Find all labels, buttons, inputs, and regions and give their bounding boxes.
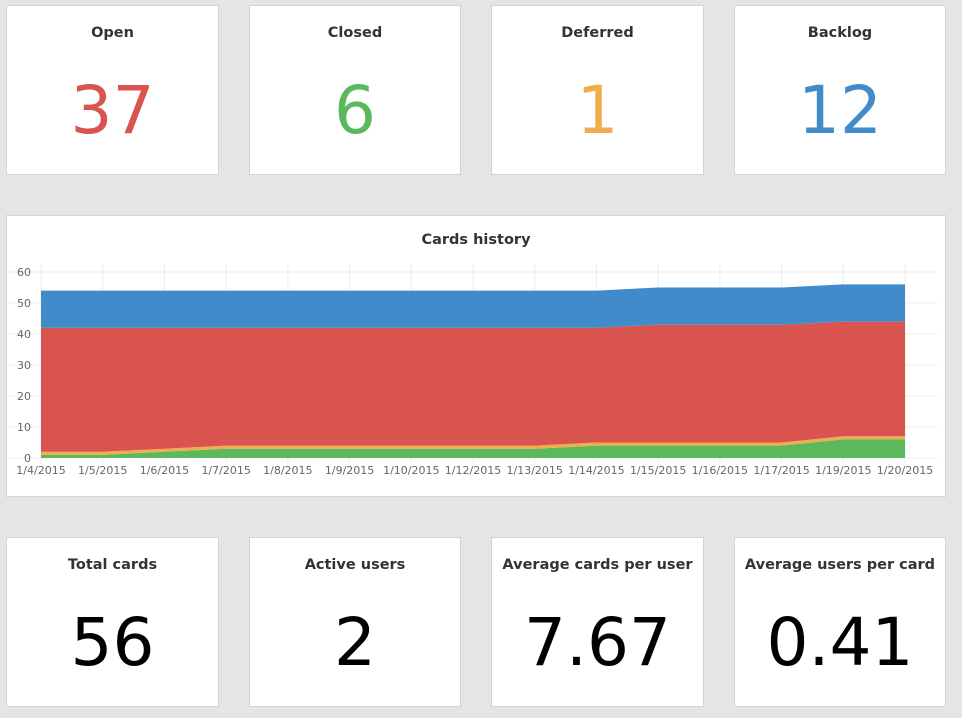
x-tick-label: 1/17/2015 [753,464,809,477]
stat-value-avg-users-per-card: 0.41 [766,604,914,681]
x-tick-label: 1/10/2015 [383,464,439,477]
x-tick-label: 1/5/2015 [78,464,127,477]
stat-value-deferred: 1 [576,72,619,149]
stat-card-avg-users-per-card: Average users per card 0.41 [734,537,946,707]
stat-label-avg-users-per-card: Average users per card [744,557,936,573]
x-tick-label: 1/16/2015 [692,464,748,477]
x-tick-label: 1/8/2015 [263,464,312,477]
stat-label-deferred: Deferred [561,25,634,41]
stat-value-total-cards: 56 [70,604,155,681]
stat-label-total-cards: Total cards [67,557,158,573]
x-tick-label: 1/7/2015 [201,464,250,477]
x-tick-label: 1/6/2015 [140,464,189,477]
series-area-3 [41,284,905,328]
y-tick-label: 60 [17,266,31,279]
y-tick-label: 30 [17,359,31,372]
x-tick-label: 1/14/2015 [568,464,624,477]
stat-value-open: 37 [70,72,155,149]
stat-card-backlog: Backlog 12 [734,5,946,175]
stat-label-closed: Closed [327,25,383,41]
y-tick-label: 10 [17,421,31,434]
stat-card-total-cards: Total cards 56 [6,537,219,707]
stat-label-active-users: Active users [304,557,406,573]
x-tick-label: 1/4/2015 [16,464,65,477]
stat-value-active-users: 2 [334,604,376,681]
stat-label-avg-cards-per-user: Average cards per user [502,557,693,573]
x-tick-label: 1/20/2015 [877,464,933,477]
y-tick-label: 50 [17,297,31,310]
stat-card-open: Open 37 [6,5,219,175]
x-tick-label: 1/13/2015 [507,464,563,477]
stat-value-avg-cards-per-user: 7.67 [524,604,671,681]
x-tick-label: 1/12/2015 [445,464,501,477]
x-tick-label: 1/9/2015 [325,464,374,477]
x-tick-label: 1/19/2015 [815,464,871,477]
cards-history-panel: Cards history 0 10 20 30 40 50 60 1/4/2015 1/5/2… [6,215,946,497]
x-tick-label: 1/15/2015 [630,464,686,477]
stat-card-active-users: Active users 2 [249,537,461,707]
stat-card-closed: Closed 6 [249,5,461,175]
stat-label-backlog: Backlog [807,25,873,41]
stat-label-open: Open [91,25,134,41]
stat-card-avg-cards-per-user: Average cards per user 7.67 [491,537,704,707]
stat-value-closed: 6 [334,72,376,149]
cards-history-chart: 01020304050601/4/2015 1/5/2015 1/6/2015 1/7… [7,264,937,477]
stat-card-deferred: Deferred 1 [491,5,704,175]
stat-value-backlog: 12 [798,72,882,149]
y-tick-label: 20 [17,390,31,403]
y-tick-label: 40 [17,328,31,341]
series-area-2 [41,321,905,452]
